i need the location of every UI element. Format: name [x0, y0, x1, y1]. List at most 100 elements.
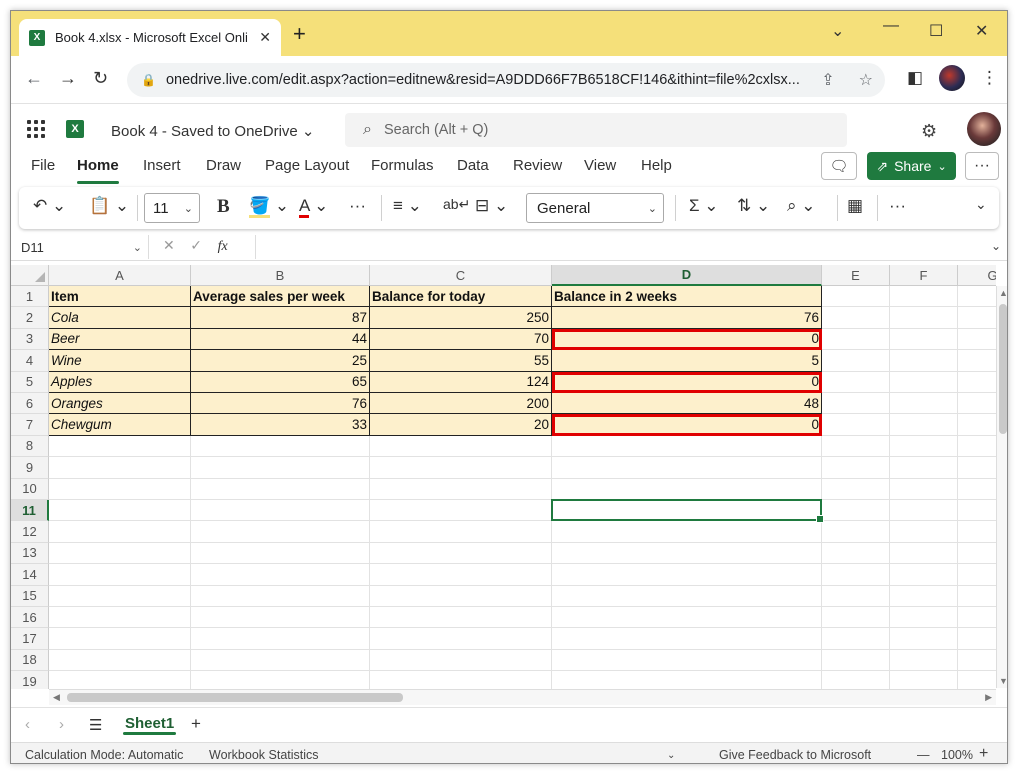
cell-g9[interactable] — [958, 457, 996, 479]
cell-a12[interactable] — [49, 521, 191, 543]
calculation-mode[interactable]: Calculation Mode: Automatic — [25, 748, 183, 762]
cell-a2[interactable]: Cola — [49, 307, 191, 329]
cell-f17[interactable] — [890, 628, 958, 650]
add-sheet-button[interactable]: + — [191, 714, 201, 734]
cell-g19[interactable] — [958, 671, 996, 689]
cell-d7[interactable]: 0 — [552, 414, 822, 436]
zoom-out-icon[interactable]: — — [917, 748, 930, 762]
cell-b2[interactable]: 87 — [191, 307, 370, 329]
cell-c19[interactable] — [370, 671, 552, 689]
horizontal-scroll-thumb[interactable] — [67, 693, 403, 702]
row-header-4[interactable]: 4 — [11, 350, 49, 372]
cell-g4[interactable] — [958, 350, 996, 372]
browser-menu-icon[interactable]: ⋮ — [981, 68, 998, 88]
bookmark-star-icon[interactable]: ☆ — [859, 70, 873, 90]
cell-c3[interactable]: 70 — [370, 328, 552, 351]
cell-c4[interactable]: 55 — [370, 350, 552, 372]
forward-icon[interactable]: → — [59, 68, 77, 89]
cell-f12[interactable] — [890, 521, 958, 543]
cell-b16[interactable] — [191, 607, 370, 629]
cell-b17[interactable] — [191, 628, 370, 650]
cell-e2[interactable] — [822, 307, 890, 329]
autosum-icon[interactable]: Σ ⌄ — [689, 196, 718, 216]
user-avatar[interactable] — [967, 112, 1001, 146]
cell-f13[interactable] — [890, 542, 958, 565]
cell-f1[interactable] — [890, 286, 958, 308]
row-header-5[interactable]: 5 — [11, 371, 49, 393]
expand-formula-icon[interactable]: ⌄ — [991, 239, 1001, 253]
tab-insert[interactable]: Insert — [143, 157, 181, 174]
cell-e12[interactable] — [822, 521, 890, 543]
close-window-icon[interactable]: ✕ — [975, 21, 988, 41]
cell-a14[interactable] — [49, 564, 191, 586]
row-header-11[interactable]: 11 — [11, 500, 49, 522]
cell-c12[interactable] — [370, 521, 552, 543]
cell-e9[interactable] — [822, 457, 890, 479]
zoom-in-icon[interactable]: + — [979, 745, 988, 763]
tab-data[interactable]: Data — [457, 157, 489, 174]
workbook-statistics[interactable]: Workbook Statistics — [209, 748, 319, 762]
cell-g7[interactable] — [958, 414, 996, 436]
cell-d1[interactable]: Balance in 2 weeks — [552, 286, 822, 308]
comments-button[interactable]: 🗨 — [821, 152, 857, 180]
cell-g12[interactable] — [958, 521, 996, 543]
cell-b3[interactable]: 44 — [191, 328, 370, 351]
row-header-12[interactable]: 12 — [11, 521, 49, 543]
cell-a16[interactable] — [49, 607, 191, 629]
feedback-link[interactable]: Give Feedback to Microsoft — [719, 748, 871, 762]
cell-g11[interactable] — [958, 500, 996, 522]
fill-color-icon[interactable]: 🪣 ⌄ — [249, 196, 289, 218]
cell-e6[interactable] — [822, 393, 890, 415]
cell-f4[interactable] — [890, 350, 958, 372]
cell-c8[interactable] — [370, 435, 552, 458]
reload-icon[interactable]: ↻ — [93, 68, 108, 89]
cell-e19[interactable] — [822, 671, 890, 689]
confirm-icon[interactable]: ✓ — [190, 237, 202, 253]
back-icon[interactable]: ← — [25, 68, 43, 89]
cell-f8[interactable] — [890, 435, 958, 458]
cell-f15[interactable] — [890, 585, 958, 607]
cell-b1[interactable]: Average sales per week — [191, 286, 370, 308]
row-header-3[interactable]: 3 — [11, 328, 49, 351]
cell-f5[interactable] — [890, 371, 958, 393]
search-input[interactable]: ⌕ Search (Alt + Q) — [345, 113, 847, 147]
expand-ribbon-icon[interactable]: ⌄ — [975, 196, 987, 213]
cell-a4[interactable]: Wine — [49, 350, 191, 372]
cell-c5[interactable]: 124 — [370, 371, 552, 393]
cell-e15[interactable] — [822, 585, 890, 607]
cancel-icon[interactable]: ✕ — [163, 237, 175, 253]
wrap-text-icon[interactable]: ab↵ — [443, 196, 470, 213]
cell-e14[interactable] — [822, 564, 890, 586]
cell-a6[interactable]: Oranges — [49, 393, 191, 415]
undo-icon[interactable]: ↶ ⌄ — [33, 196, 66, 216]
tab-home[interactable]: Home — [77, 157, 119, 184]
scroll-down-icon[interactable]: ▼ — [999, 676, 1007, 686]
cell-g8[interactable] — [958, 436, 996, 458]
cell-g1[interactable] — [958, 286, 996, 308]
minimize-icon[interactable]: — — [883, 17, 899, 35]
cell-b7[interactable]: 33 — [191, 414, 370, 436]
row-header-16[interactable]: 16 — [11, 607, 49, 629]
column-header-g[interactable]: G — [958, 265, 996, 286]
row-header-19[interactable]: 19 — [11, 671, 49, 689]
new-tab-button[interactable]: + — [293, 23, 306, 45]
font-size-select[interactable]: 11 ⌄ — [144, 193, 200, 223]
cell-a3[interactable]: Beer — [49, 328, 191, 351]
cell-b5[interactable]: 65 — [191, 371, 370, 393]
cell-b6[interactable]: 76 — [191, 393, 370, 415]
cell-f2[interactable] — [890, 307, 958, 329]
merge-icon[interactable]: ⊟ ⌄ — [475, 196, 508, 216]
cell-e13[interactable] — [822, 542, 890, 565]
app-launcher-icon[interactable] — [27, 120, 45, 138]
tab-draw[interactable]: Draw — [206, 157, 241, 174]
cell-g5[interactable] — [958, 372, 996, 393]
cell-d16[interactable] — [552, 607, 822, 629]
row-header-13[interactable]: 13 — [11, 542, 49, 565]
cell-a7[interactable]: Chewgum — [49, 414, 191, 436]
align-icon[interactable]: ≡ ⌄ — [393, 196, 422, 216]
cell-a19[interactable] — [49, 671, 191, 689]
cell-c9[interactable] — [370, 457, 552, 479]
cell-a10[interactable] — [49, 478, 191, 500]
cell-c16[interactable] — [370, 607, 552, 629]
font-color-icon[interactable]: A ⌄ — [299, 196, 328, 218]
